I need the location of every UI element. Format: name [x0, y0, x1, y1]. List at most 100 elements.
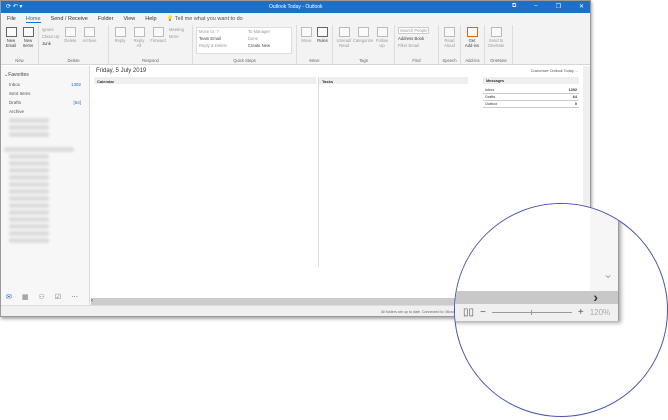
tab-folder[interactable]: Folder [98, 16, 114, 22]
tasks-icon[interactable]: ☑ [55, 293, 61, 301]
blurred-folder [9, 118, 49, 123]
messages-row: Drafts 64 [483, 94, 579, 101]
minimize-button[interactable]: – [534, 3, 537, 10]
label: Sent Items [9, 91, 31, 96]
label: Drafts [485, 95, 496, 99]
label: Move [301, 38, 312, 43]
status-bar-zoom: ▯▯ − + 120% [455, 304, 618, 321]
search-people-input[interactable]: Search People [398, 27, 430, 34]
people-icon[interactable]: ⚇ [39, 293, 45, 301]
label: Categorize [352, 38, 374, 43]
more-button[interactable]: More [169, 34, 184, 39]
folder-drafts[interactable]: Drafts [64] [1, 98, 89, 107]
scroll-left-icon[interactable]: ‹ [91, 298, 93, 304]
calendar-icon[interactable]: ▦ [22, 293, 29, 301]
items-icon [22, 27, 34, 37]
reply-all-icon [133, 27, 145, 37]
today-date: Friday, 5 July 2019 [96, 68, 147, 74]
quick-step[interactable]: To Manager [248, 29, 289, 34]
quick-step[interactable]: Reply & Delete [199, 43, 246, 48]
group-tags: Unread/ Read Categorize Follow Up Tags [333, 25, 395, 64]
zoom-in-button[interactable]: + [578, 307, 584, 318]
label: Forward [150, 38, 166, 43]
categorize-icon [357, 27, 369, 37]
value: 0 [574, 102, 577, 106]
group-label: Speech [442, 58, 457, 63]
blurred-folder [9, 217, 49, 222]
archive-icon [83, 27, 95, 37]
trash-icon [64, 27, 76, 37]
group-onenote: Send to OneNote OneNote [485, 25, 513, 64]
favorites-header[interactable]: ⌄Favorites [1, 66, 89, 80]
quick-step[interactable]: Done [248, 36, 289, 41]
close-button[interactable]: ✕ [579, 3, 584, 10]
value: 64 [572, 95, 577, 99]
ribbon-display-button[interactable]: ⧉ [512, 3, 516, 10]
tab-home[interactable]: Home [25, 16, 41, 23]
horizontal-scrollbar[interactable]: › [455, 289, 618, 305]
group-new: New Email New Items New [1, 25, 39, 64]
count: [64] [73, 100, 81, 105]
ignore-button[interactable]: Ignore [42, 27, 59, 32]
tasks-panel: Tasks [318, 77, 468, 267]
label: New Email [5, 38, 17, 48]
label: Inbox [9, 82, 21, 87]
envelope-icon [338, 27, 350, 37]
tab-file[interactable]: File [7, 16, 16, 22]
group-respond: Reply Reply All Forward Meeting More Resp… [109, 25, 193, 64]
folder-archive[interactable]: Archive [1, 107, 89, 116]
group-move: Move Rules Move [297, 25, 333, 64]
blurred-folder [9, 168, 49, 173]
scroll-right-icon[interactable]: › [593, 289, 598, 305]
group-label: Quick Steps [233, 58, 256, 63]
junk-button[interactable]: Junk [42, 41, 59, 46]
sync-icon[interactable]: ⟳ ↶ ▾ [6, 3, 22, 10]
folder-sent-items[interactable]: Sent Items [1, 89, 89, 98]
zoom-out-button[interactable]: − [480, 307, 486, 318]
customize-link[interactable]: Customize Outlook Today ... [531, 69, 578, 73]
chevron-down-icon[interactable]: ⌄ [603, 267, 613, 281]
ribbon: New Email New Items New Ignore Clean Up Ju… [1, 25, 590, 65]
quick-step[interactable]: Create New [248, 43, 289, 48]
tab-send-receive[interactable]: Send / Receive [51, 16, 88, 22]
tab-view[interactable]: View [123, 16, 135, 22]
favorites-label: Favorites [8, 72, 29, 78]
onenote-icon [490, 27, 502, 37]
messages-header: Messages [483, 77, 579, 84]
group-label: Tags [359, 58, 368, 63]
flag-icon [376, 27, 388, 37]
blurred-folder [9, 125, 49, 130]
forward-icon [152, 27, 164, 37]
quick-step[interactable]: Team Email [199, 36, 246, 41]
label: Outbox [485, 102, 498, 106]
group-add-ins: Get Add-ins Add-ins [461, 25, 485, 64]
address-book-button[interactable]: Address Book [398, 36, 429, 41]
label: Read Aloud [444, 38, 455, 48]
window-title: Outlook Today - Outlook [269, 4, 323, 10]
restore-button[interactable]: ❐ [556, 3, 561, 10]
tell-me-search[interactable]: 💡 Tell me what you want to do [167, 16, 243, 22]
zoom-slider[interactable] [491, 310, 572, 315]
meeting-button[interactable]: Meeting [169, 27, 184, 32]
ribbon-tabs: File Home Send / Receive Folder View Hel… [1, 13, 590, 25]
quick-step[interactable]: Move to: ? [199, 29, 246, 34]
label: Archive [82, 38, 97, 43]
label: Drafts [9, 100, 22, 105]
group-label: Add-ins [465, 58, 480, 63]
tab-help[interactable]: Help [145, 16, 156, 22]
filter-email-button[interactable]: Filter Email [398, 43, 429, 48]
blurred-folder [9, 224, 49, 229]
read-aloud-icon [444, 27, 455, 37]
label: Send to OneNote [487, 38, 505, 48]
magnified-window-corner: ⌄ › ▯▯ − + 120% [455, 204, 619, 321]
folder-inbox[interactable]: Inbox 1392 [1, 80, 89, 89]
clean-up-button[interactable]: Clean Up [42, 34, 59, 39]
mail-icon[interactable]: ✉ [6, 293, 12, 301]
more-icon[interactable]: ⋯ [71, 293, 78, 301]
label: New Items [22, 38, 34, 48]
group-delete: Ignore Clean Up Junk Delete Archive Delete [39, 25, 109, 64]
reading-view-icon[interactable]: ▯▯ [463, 307, 474, 318]
email-icon [5, 27, 17, 37]
zoom-level[interactable]: 120% [590, 308, 610, 317]
group-label: Find [412, 58, 421, 63]
